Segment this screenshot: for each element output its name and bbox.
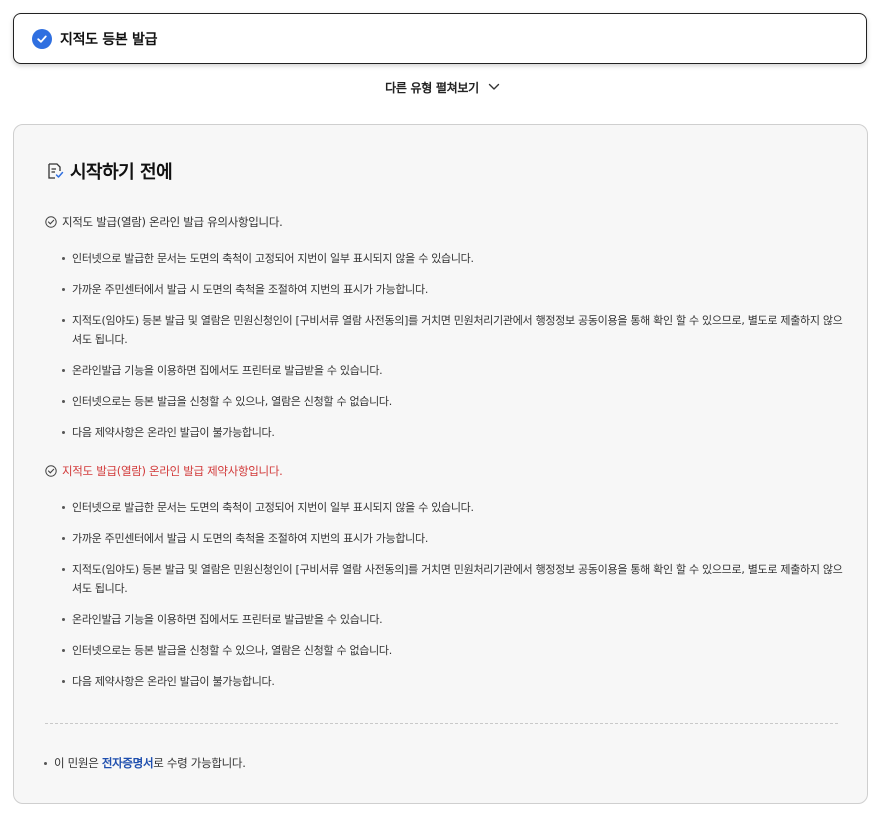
panel-title: 시작하기 전에 xyxy=(46,158,173,184)
expand-other-types-button[interactable]: 다른 유형 펼쳐보기 xyxy=(0,77,885,97)
notice-heading-text: 지적도 발급(열람) 온라인 발급 유의사항입니다. xyxy=(62,215,283,229)
list-item: 온라인발급 기능을 이용하면 집에서도 프린터로 발급받을 수 있습니다. xyxy=(62,610,852,629)
list-item: 가까운 주민센터에서 발급 시 도면의 축척을 조절하여 지번의 표시가 가능합… xyxy=(62,280,852,299)
checklist-icon xyxy=(46,162,64,180)
check-outline-icon xyxy=(45,465,57,477)
list-item: 인터넷으로는 등본 발급을 신청할 수 있으나, 열람은 신청할 수 없습니다. xyxy=(62,392,852,411)
list-item: 인터넷으로는 등본 발급을 신청할 수 있으나, 열람은 신청할 수 없습니다. xyxy=(62,641,852,660)
restriction-heading-text: 지적도 발급(열람) 온라인 발급 제약사항입니다. xyxy=(62,464,283,478)
list-item: 인터넷으로 발급한 문서는 도면의 축척이 고정되어 지번이 일부 표시되지 않… xyxy=(62,249,852,268)
list-item: 온라인발급 기능을 이용하면 집에서도 프린터로 발급받을 수 있습니다. xyxy=(62,361,852,380)
note-suffix: 로 수령 가능합니다. xyxy=(153,756,246,770)
expand-label: 다른 유형 펼쳐보기 xyxy=(385,80,479,95)
chevron-down-icon xyxy=(488,83,500,91)
list-item: 인터넷으로 발급한 문서는 도면의 축척이 고정되어 지번이 일부 표시되지 않… xyxy=(62,498,852,517)
restriction-list: 인터넷으로 발급한 문서는 도면의 축척이 고정되어 지번이 일부 표시되지 않… xyxy=(62,498,852,703)
check-outline-icon xyxy=(45,216,57,228)
certificate-note: 이 민원은 전자증명서로 수령 가능합니다. xyxy=(44,755,246,771)
list-item: 가까운 주민센터에서 발급 시 도면의 축척을 조절하여 지번의 표시가 가능합… xyxy=(62,529,852,548)
note-highlight: 전자증명서 xyxy=(101,756,154,770)
dashed-divider xyxy=(45,723,838,724)
note-prefix: 이 민원은 xyxy=(54,756,102,770)
notice-list: 인터넷으로 발급한 문서는 도면의 축척이 고정되어 지번이 일부 표시되지 않… xyxy=(62,249,852,454)
list-item: 지적도(임야도) 등본 발급 및 열람은 민원신청인이 [구비서류 열람 사전동… xyxy=(62,311,852,349)
check-circle-icon xyxy=(32,28,52,49)
list-item: 지적도(임야도) 등본 발급 및 열람은 민원신청인이 [구비서류 열람 사전동… xyxy=(62,560,852,598)
selected-service-box[interactable]: 지적도 등본 발급 xyxy=(13,13,867,64)
before-start-panel: 시작하기 전에 지적도 발급(열람) 온라인 발급 유의사항입니다. 인터넷으로… xyxy=(13,124,868,804)
panel-title-text: 시작하기 전에 xyxy=(70,162,173,183)
notice-section-heading: 지적도 발급(열람) 온라인 발급 유의사항입니다. xyxy=(45,214,283,230)
restriction-section-heading: 지적도 발급(열람) 온라인 발급 제약사항입니다. xyxy=(45,463,283,479)
selected-service-label: 지적도 등본 발급 xyxy=(60,31,158,48)
list-item: 다음 제약사항은 온라인 발급이 불가능합니다. xyxy=(62,672,852,691)
list-item: 다음 제약사항은 온라인 발급이 불가능합니다. xyxy=(62,423,852,442)
